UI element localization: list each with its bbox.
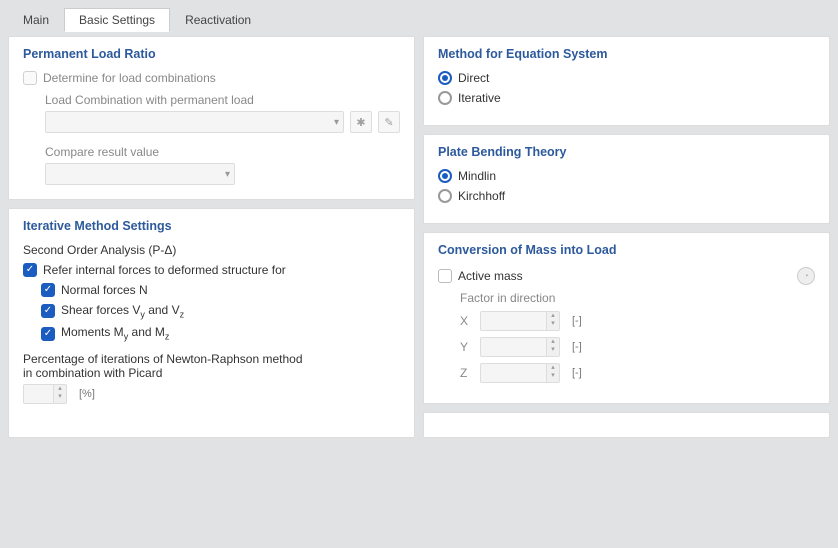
checkbox-shear-forces[interactable] [41, 304, 55, 318]
tab-basic-settings[interactable]: Basic Settings [64, 8, 170, 32]
button-new-load-combination: ✱ [350, 111, 372, 133]
combo-compare-result-value: ▾ [45, 163, 235, 185]
input-factor-x: ▴▾ [480, 311, 560, 331]
panel-title-iterative-method-settings: Iterative Method Settings [23, 219, 400, 233]
panel-conversion-of-mass: Conversion of Mass into Load Active mass… [423, 232, 830, 404]
tab-reactivation[interactable]: Reactivation [170, 8, 266, 32]
radio-direct[interactable] [438, 71, 452, 85]
button-edit-load-combination: ✎ [378, 111, 400, 133]
panel-equation-system: Method for Equation System Direct Iterat… [423, 36, 830, 126]
panel-permanent-load-ratio: Permanent Load Ratio Determine for load … [8, 36, 415, 200]
label-moments: Moments My and Mz [61, 325, 169, 341]
label-factor-in-direction: Factor in direction [460, 291, 815, 305]
unit-factor-z: [-] [572, 367, 582, 379]
unit-percent: [%] [79, 388, 95, 400]
label-normal-forces: Normal forces N [61, 283, 148, 297]
radio-iterative[interactable] [438, 91, 452, 105]
checkbox-moments[interactable] [41, 327, 55, 341]
unit-factor-y: [-] [572, 341, 582, 353]
tab-bar: Main Basic Settings Reactivation [8, 8, 830, 32]
input-factor-z: ▴▾ [480, 363, 560, 383]
label-newton-raphson-pct-1: Percentage of iterations of Newton-Raphs… [23, 352, 400, 366]
panel-empty [423, 412, 830, 438]
panel-iterative-method-settings: Iterative Method Settings Second Order A… [8, 208, 415, 438]
label-factor-z: Z [460, 366, 474, 380]
chart-icon: ◔ [797, 267, 815, 285]
panel-plate-bending-theory: Plate Bending Theory Mindlin Kirchhoff [423, 134, 830, 224]
checkbox-active-mass[interactable] [438, 269, 452, 283]
input-newton-raphson-percentage: ▴▾ [23, 384, 67, 404]
label-compare-result-value: Compare result value [45, 145, 400, 159]
label-iterative: Iterative [458, 91, 501, 105]
panel-title-permanent-load-ratio: Permanent Load Ratio [23, 47, 400, 61]
checkbox-determine-load-combinations[interactable] [23, 71, 37, 85]
label-direct: Direct [458, 71, 489, 85]
combo-load-combination: ▾ [45, 111, 344, 133]
radio-mindlin[interactable] [438, 169, 452, 183]
panel-title-plate-bending-theory: Plate Bending Theory [438, 145, 815, 159]
label-refer-internal-forces: Refer internal forces to deformed struct… [43, 263, 286, 277]
radio-kirchhoff[interactable] [438, 189, 452, 203]
label-shear-forces: Shear forces Vy and Vz [61, 303, 184, 319]
label-active-mass: Active mass [458, 269, 523, 283]
input-factor-y: ▴▾ [480, 337, 560, 357]
label-load-combination-permanent: Load Combination with permanent load [45, 93, 400, 107]
checkbox-normal-forces[interactable] [41, 283, 55, 297]
label-factor-y: Y [460, 340, 474, 354]
chevron-down-icon: ▾ [334, 117, 339, 128]
chevron-down-icon: ▾ [225, 169, 230, 180]
label-factor-x: X [460, 314, 474, 328]
panel-title-conversion-of-mass: Conversion of Mass into Load [438, 243, 815, 257]
label-determine-load-combinations: Determine for load combinations [43, 71, 216, 85]
tab-main[interactable]: Main [8, 8, 64, 32]
label-newton-raphson-pct-2: in combination with Picard [23, 366, 400, 380]
label-mindlin: Mindlin [458, 169, 496, 183]
unit-factor-x: [-] [572, 315, 582, 327]
panel-title-equation-system: Method for Equation System [438, 47, 815, 61]
label-second-order-analysis: Second Order Analysis (P-Δ) [23, 243, 400, 257]
label-kirchhoff: Kirchhoff [458, 189, 505, 203]
checkbox-refer-internal-forces[interactable] [23, 263, 37, 277]
